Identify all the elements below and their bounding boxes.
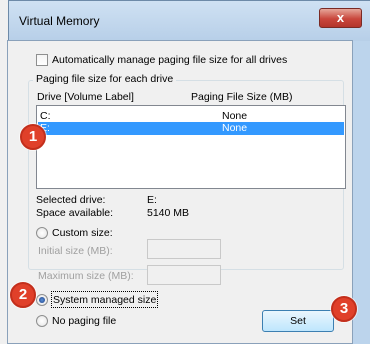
space-available-label: Space available: xyxy=(36,207,114,219)
selected-drive-value: E: xyxy=(147,194,157,206)
annotation-badge-2: 2 xyxy=(10,282,36,308)
annotation-badge-1: 1 xyxy=(20,124,46,150)
annotation-badge-3: 3 xyxy=(331,296,357,322)
window-title: Virtual Memory xyxy=(19,14,100,28)
drive-list[interactable]: C: None E: None xyxy=(36,105,346,189)
paging-group-title: Paging file size for each drive xyxy=(33,73,177,85)
auto-manage-checkbox[interactable] xyxy=(36,54,48,66)
maximum-size-input[interactable] xyxy=(147,265,221,285)
set-button[interactable]: Set xyxy=(262,310,334,332)
no-paging-radio[interactable] xyxy=(36,315,48,327)
close-button[interactable]: x xyxy=(319,8,362,28)
column-header-size: Paging File Size (MB) xyxy=(191,91,293,103)
initial-size-label: Initial size (MB): xyxy=(38,245,113,257)
auto-manage-label[interactable]: Automatically manage paging file size fo… xyxy=(52,54,287,66)
system-managed-radio[interactable] xyxy=(36,294,48,306)
close-icon: x xyxy=(336,10,345,25)
custom-size-radio[interactable] xyxy=(36,227,48,239)
space-available-value: 5140 MB xyxy=(147,207,190,219)
drive-paging-size: None xyxy=(222,122,248,134)
no-paging-label[interactable]: No paging file xyxy=(52,315,116,327)
system-managed-label[interactable]: System managed size xyxy=(53,294,156,306)
selected-drive-label: Selected drive: xyxy=(36,194,106,206)
custom-size-label[interactable]: Custom size: xyxy=(52,227,113,239)
maximum-size-label: Maximum size (MB): xyxy=(38,270,134,282)
column-header-drive: Drive [Volume Label] xyxy=(37,91,134,103)
initial-size-input[interactable] xyxy=(147,239,221,259)
list-item-selected[interactable]: E: None xyxy=(38,122,344,135)
